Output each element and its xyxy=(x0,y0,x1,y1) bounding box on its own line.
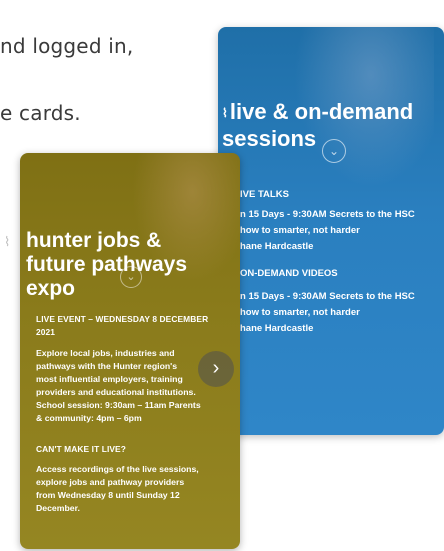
description-line: pathways with the Hunter region's xyxy=(36,361,178,371)
expo-title-line-2: future pathways xyxy=(26,253,188,276)
recordings-line: Access recordings of the live sessions, xyxy=(36,464,199,474)
description-line: Explore local jobs, industries and xyxy=(36,348,175,358)
session-line: n 15 Days - 9:30AM Secrets to the HSC xyxy=(240,291,415,302)
cant-make-label: CAN'T MAKE IT LIVE? xyxy=(36,444,126,454)
expo-title-line-1: hunter jobs & xyxy=(26,229,162,252)
session-line: how to smarter, not harder xyxy=(240,225,360,236)
expo-title: hunter jobs & future pathways expo xyxy=(26,229,240,301)
live-talks-heading: IVE TALKS xyxy=(240,189,289,200)
event-label-line-1: LIVE EVENT – WEDNESDAY 8 DECEMBER xyxy=(36,314,209,324)
chevron-down-icon: ⌄ xyxy=(120,266,142,288)
on-demand-heading: ON-DEMAND VIDEOS xyxy=(240,268,338,279)
background-text-line-1: nd logged in, xyxy=(0,34,134,58)
event-label: LIVE EVENT – WEDNESDAY 8 DECEMBER 2021 xyxy=(36,313,236,339)
live-on-demand-card[interactable]: ⌇live & on-demand sessions ⌄ IVE TALKS n… xyxy=(218,27,444,435)
card-title-line-2: sessions xyxy=(222,125,317,151)
description-line: School session: 9:30am – 11am Parents xyxy=(36,400,201,410)
description-line: most influential employers, training xyxy=(36,374,183,384)
description-line: providers and educational institutions. xyxy=(36,387,196,397)
session-line: n 15 Days - 9:30AM Secrets to the HSC xyxy=(240,209,415,220)
recordings-line: December. xyxy=(36,503,80,513)
recordings-text: Access recordings of the live sessions, … xyxy=(36,463,236,515)
pin-icon: ⌇ xyxy=(4,234,11,249)
session-line: hane Hardcastle xyxy=(240,323,314,334)
session-line: hane Hardcastle xyxy=(240,241,314,252)
recordings-line: from Wednesday 8 until Sunday 12 xyxy=(36,490,180,500)
recordings-line: explore jobs and pathway providers xyxy=(36,477,185,487)
chevron-down-icon: ⌄ xyxy=(322,139,346,163)
session-line: how to smarter, not harder xyxy=(240,307,360,318)
hunter-jobs-expo-card[interactable]: hunter jobs & future pathways expo ⌄ LIV… xyxy=(20,153,240,549)
next-arrow-button[interactable]: › xyxy=(198,351,234,387)
pin-icon: ⌇ xyxy=(222,105,228,120)
event-label-line-2: 2021 xyxy=(36,327,56,337)
expo-title-line-3: expo xyxy=(26,277,76,300)
card-title-line-1: live & on-demand xyxy=(229,99,414,124)
background-text-line-2: e cards. xyxy=(0,101,81,125)
description-line: & community: 4pm – 6pm xyxy=(36,413,142,423)
